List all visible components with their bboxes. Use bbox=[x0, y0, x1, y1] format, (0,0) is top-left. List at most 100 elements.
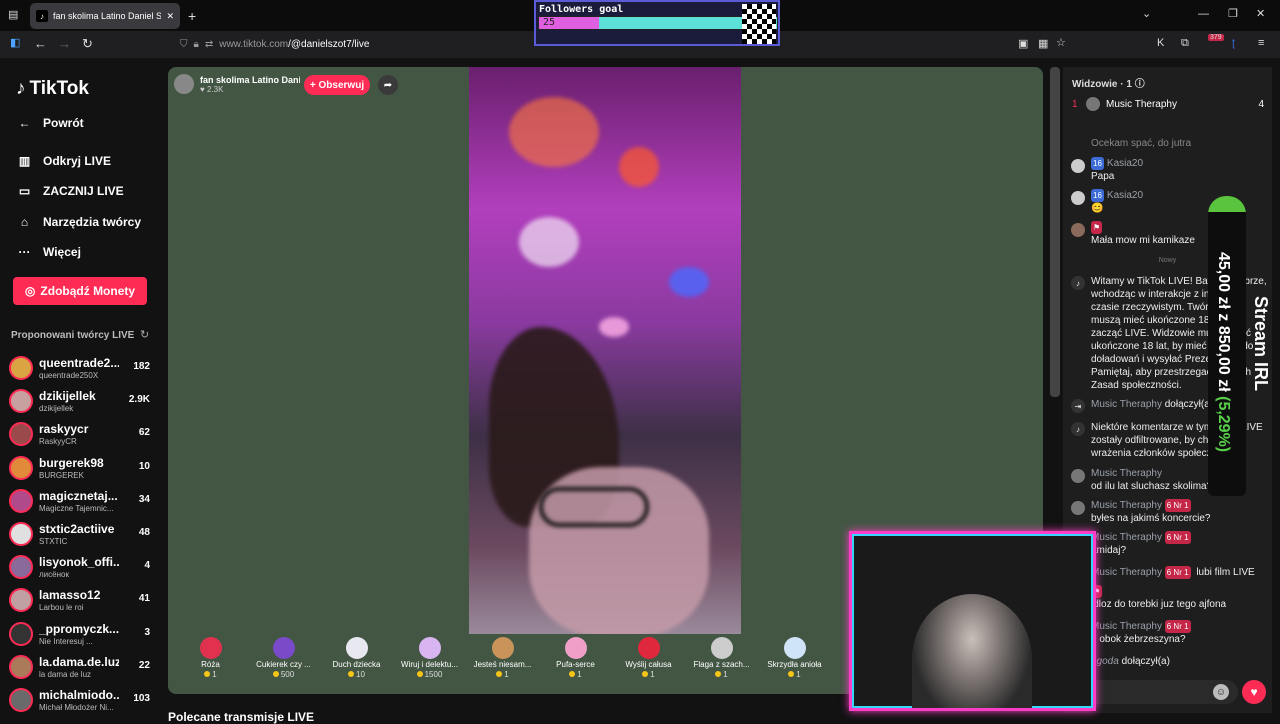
url-path: /@danielszot7/live bbox=[288, 39, 370, 50]
suggested-creator[interactable]: queentrade2... queentrade250X 182 bbox=[9, 353, 154, 383]
suggested-creator[interactable]: burgerek98 BURGEREK 10 bbox=[9, 453, 154, 483]
browser-tab[interactable]: ♪ fan skolima Latino Daniel S ✕ bbox=[30, 3, 180, 29]
join-username[interactable]: Music Theraphy bbox=[1091, 399, 1162, 410]
extension-translate-icon[interactable]: ʈ bbox=[1232, 38, 1235, 49]
reload-icon[interactable]: ↻ bbox=[82, 37, 93, 50]
share-icon[interactable]: ➦ bbox=[378, 75, 398, 95]
gift-item[interactable]: Duch dziecka 10 bbox=[320, 632, 393, 688]
chat-username[interactable]: Music Theraphy 6 Nr 1 bbox=[1091, 499, 1194, 512]
rank-badge: 6 Nr 1 bbox=[1164, 531, 1191, 544]
creator-subtitle: лисёнок bbox=[39, 570, 69, 580]
gift-item[interactable]: Cukierek czy ... 500 bbox=[247, 632, 320, 688]
creator-name: michalmiodo... bbox=[39, 688, 119, 702]
menu-item-start-live[interactable]: ▭ ZACZNIJ LIVE bbox=[16, 184, 124, 198]
gift-icon bbox=[272, 637, 295, 659]
gift-item[interactable]: Wyślij całusa 1 bbox=[612, 632, 685, 688]
chat-username[interactable]: Music Theraphy 6 Nr 1 bbox=[1091, 531, 1194, 544]
maximize-icon[interactable]: ❐ bbox=[1228, 9, 1238, 20]
chat-username[interactable]: 16 Kasia20 bbox=[1091, 189, 1143, 202]
gift-name: Cukierek czy ... bbox=[256, 660, 311, 669]
menu-icon[interactable]: ≡ bbox=[1258, 38, 1264, 49]
likes-count: 2.3K bbox=[206, 84, 224, 94]
back-arrow-icon: ← bbox=[18, 116, 31, 130]
chat-avatar[interactable] bbox=[1071, 469, 1085, 483]
menu-label: Odkryj LIVE bbox=[43, 154, 112, 168]
sidebar-toggle-icon[interactable]: ◧ bbox=[10, 38, 20, 49]
host-info[interactable]: fan skolima Latino Dani... ♥ 2.3K bbox=[174, 74, 300, 94]
gift-icon bbox=[637, 637, 660, 659]
page-scrollbar[interactable] bbox=[1050, 67, 1060, 397]
suggested-creator[interactable]: dzikijellek dzikijellek 2.9K bbox=[9, 386, 154, 416]
extension-k-icon[interactable]: K bbox=[1157, 38, 1164, 49]
forward-icon[interactable]: → bbox=[58, 37, 71, 50]
info-icon[interactable]: ⓘ bbox=[1135, 79, 1145, 90]
suggested-creator[interactable]: michalmiodo... Michał Młodożer Ni... 103 bbox=[9, 685, 154, 715]
level-badge: 16 bbox=[1091, 189, 1104, 202]
top-viewer-row[interactable]: 1 Music Theraphy 4 bbox=[1072, 97, 1264, 111]
host-name: fan skolima Latino Dani... bbox=[200, 74, 300, 85]
creator-viewer-count: 41 bbox=[138, 593, 150, 605]
chat-avatar[interactable] bbox=[1071, 223, 1085, 237]
gift-price: 1 bbox=[788, 670, 800, 679]
chat-avatar[interactable] bbox=[1071, 159, 1085, 173]
follow-button[interactable]: + Obserwuj bbox=[304, 75, 370, 95]
gift-item[interactable]: Róża 1 bbox=[174, 632, 247, 688]
suggested-creator[interactable]: raskyycr RaskyyCR 62 bbox=[9, 419, 154, 449]
gift-item[interactable]: Wiruj i delektu... 1500 bbox=[393, 632, 466, 688]
minimize-icon[interactable]: — bbox=[1198, 9, 1209, 20]
tab-list-icon[interactable]: ▤ bbox=[8, 10, 18, 21]
gift-item[interactable]: Jesteś niesam... 1 bbox=[466, 632, 539, 688]
chat-avatar[interactable] bbox=[1071, 501, 1085, 515]
tiktok-logo[interactable]: ♪ TikTok bbox=[16, 78, 89, 100]
calendar-icon: ▥ bbox=[18, 154, 31, 168]
bookmark-star-icon[interactable]: ☆ bbox=[1056, 38, 1066, 49]
creator-name: la.dama.de.luz bbox=[39, 654, 119, 669]
webcam-overlay bbox=[849, 531, 1096, 711]
suggested-creator[interactable]: stxtic2actiive STXTIC 48 bbox=[9, 519, 154, 549]
suggested-creator[interactable]: _ppromyczk... Nie Interesuj ... 3 bbox=[9, 619, 154, 649]
gift-name: Duch dziecka bbox=[332, 660, 381, 669]
lock-icon[interactable]: 🔒︎ bbox=[194, 39, 199, 50]
chat-username[interactable]: Music Theraphy bbox=[1091, 467, 1162, 480]
menu-item-more[interactable]: ··· Więcej bbox=[16, 245, 81, 259]
chat-username[interactable]: Music Theraphy 6 Nr 1 bbox=[1091, 620, 1194, 633]
screenshot-icon[interactable]: ▣ bbox=[1018, 39, 1028, 50]
permissions-icon[interactable]: ⇄ bbox=[205, 39, 213, 50]
irl-goal-title: Stream IRL bbox=[1251, 296, 1271, 392]
host-avatar[interactable] bbox=[174, 74, 194, 94]
suggested-creator[interactable]: magicznetaj... Magiczne Tajemnic... 34 bbox=[9, 486, 154, 516]
menu-item-discover-live[interactable]: ▥ Odkryj LIVE bbox=[16, 154, 111, 168]
heart-icon[interactable]: ♥ bbox=[1242, 680, 1266, 704]
refresh-icon[interactable]: ↻ bbox=[140, 328, 149, 341]
viewers-header[interactable]: Widzowie · 1 ⓘ bbox=[1072, 75, 1145, 90]
extensions-icon[interactable]: ⧉ bbox=[1181, 38, 1189, 49]
chat-avatar[interactable] bbox=[1071, 191, 1085, 205]
gift-item[interactable]: Pufa-serce 1 bbox=[539, 632, 612, 688]
back-button[interactable]: ← Powrót bbox=[16, 116, 84, 130]
creator-subtitle: RaskyyCR bbox=[39, 437, 77, 447]
chat-username[interactable]: 16 Kasia20 bbox=[1091, 157, 1143, 170]
close-window-icon[interactable]: ✕ bbox=[1256, 9, 1265, 20]
get-coins-button[interactable]: ◎ Zdobądź Monety bbox=[13, 277, 147, 305]
gift-item[interactable]: Flaga z szach... 1 bbox=[685, 632, 758, 688]
chat-text: lubi film LIVE bbox=[1196, 567, 1255, 578]
live-video[interactable] bbox=[469, 67, 741, 634]
chat-username[interactable]: Music Theraphy 6 Nr 1 lubi film LIVE bbox=[1091, 566, 1255, 579]
home-icon: ⌂ bbox=[20, 215, 29, 229]
chat-username[interactable]: ⚑ bbox=[1091, 221, 1105, 234]
chat-message: Music Theraphy 6 Nr 1 lubi film LIVE bbox=[1071, 566, 1267, 582]
gift-item[interactable]: Skrzydła anioła 1 bbox=[758, 632, 831, 688]
tiktok-note-icon: ♪ bbox=[16, 78, 26, 99]
reader-icon[interactable]: ▦ bbox=[1038, 39, 1048, 50]
emoji-icon[interactable]: ☺ bbox=[1213, 684, 1229, 700]
suggested-creator[interactable]: la.dama.de.luz la dama de luz 22 bbox=[9, 652, 154, 682]
chevron-down-icon[interactable]: ⌄ bbox=[1142, 9, 1151, 20]
new-tab-icon[interactable]: + bbox=[188, 9, 196, 23]
back-icon[interactable]: ← bbox=[34, 37, 47, 50]
tab-close-icon[interactable]: ✕ bbox=[166, 11, 174, 22]
menu-item-creator-tools[interactable]: ⌂ Narzędzia twórcy bbox=[16, 215, 141, 229]
suggested-creator[interactable]: lisyonok_offi... лисёнок 4 bbox=[9, 552, 154, 582]
suggested-creator[interactable]: lamasso12 Larbou le roi 41 bbox=[9, 585, 154, 615]
shield-icon[interactable]: ⛉ bbox=[180, 39, 188, 50]
gift-price: 1 bbox=[496, 670, 508, 679]
